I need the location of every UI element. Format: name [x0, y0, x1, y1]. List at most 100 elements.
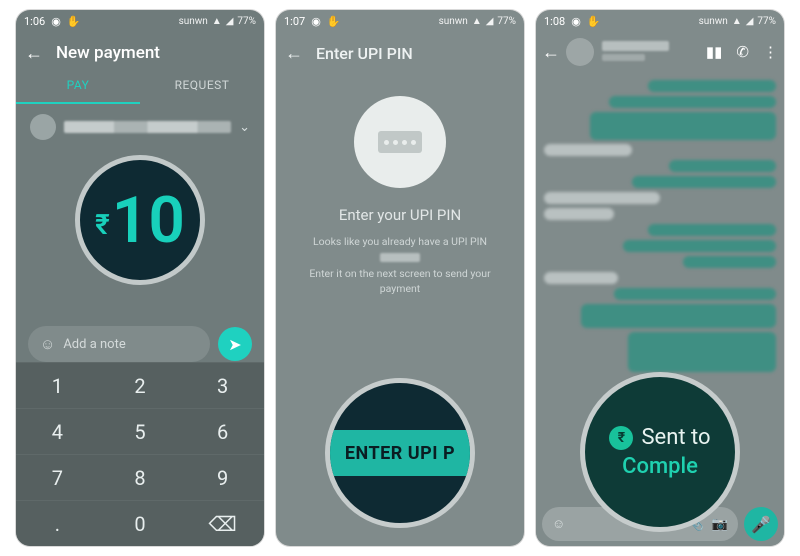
key-4[interactable]: 4: [16, 408, 99, 454]
emoji-icon[interactable]: ☺: [40, 335, 55, 353]
wifi-icon: ▲: [472, 16, 482, 27]
recipient-name-redacted: [64, 121, 231, 133]
wifi-icon: ▲: [212, 16, 222, 27]
pin-prompt: Enter your UPI PIN: [276, 206, 524, 224]
chevron-down-icon: ⌄: [239, 120, 250, 135]
signal-icon: ◢: [226, 16, 234, 27]
hand-icon: ✋: [587, 15, 601, 28]
carrier-label: sunwn: [179, 16, 208, 27]
key-dot[interactable]: .: [16, 500, 99, 546]
key-1[interactable]: 1: [16, 362, 99, 408]
spotify-icon: ◉: [311, 15, 321, 28]
payment-status-label: Comple: [622, 454, 698, 479]
key-9[interactable]: 9: [181, 454, 264, 500]
rupee-symbol: ₹: [618, 430, 625, 446]
spotify-icon: ◉: [51, 15, 61, 28]
message-out[interactable]: [683, 256, 776, 268]
send-icon: ➤: [228, 335, 241, 354]
screen-enter-pin: 1:07 ◉ ✋ sunwn ▲ ◢ 77% ← Enter UPI PIN E…: [276, 10, 524, 546]
amount-area: ₹ 10: [16, 150, 264, 290]
rupee-symbol: ₹: [95, 208, 110, 241]
tab-pay[interactable]: PAY: [16, 68, 140, 104]
redacted-text: [380, 253, 420, 262]
status-bar: 1:06 ◉ ✋ sunwn ▲ ◢ 77%: [16, 10, 264, 32]
carrier-label: sunwn: [699, 16, 728, 27]
message-out[interactable]: [669, 160, 776, 172]
sent-to-label: Sent to: [641, 425, 710, 450]
camera-icon[interactable]: 📷: [712, 517, 728, 532]
status-bar: 1:08 ◉ ✋ sunwn ▲ ◢ 77%: [536, 10, 784, 32]
message-out[interactable]: [590, 112, 776, 140]
message-out[interactable]: [623, 240, 776, 252]
contact-name-redacted[interactable]: [602, 41, 698, 63]
message-in[interactable]: [544, 272, 618, 284]
message-out[interactable]: [632, 176, 776, 188]
key-2[interactable]: 2: [99, 362, 182, 408]
enter-upi-pin-button[interactable]: ENTER UPI P: [330, 430, 470, 476]
pin-subtext: Looks like you already have a UPI PIN En…: [276, 234, 524, 297]
rupee-chip-icon: ₹: [609, 426, 633, 450]
emoji-icon[interactable]: ☺: [552, 516, 565, 532]
pin-card-icon: [354, 96, 446, 188]
carrier-label: sunwn: [439, 16, 468, 27]
page-title: Enter UPI PIN: [316, 44, 413, 63]
overflow-menu-icon[interactable]: ⋮: [763, 43, 778, 61]
key-7[interactable]: 7: [16, 454, 99, 500]
status-time: 1:06: [24, 15, 45, 28]
pin-sub-line1: Looks like you already have a UPI PIN: [313, 235, 487, 248]
recipient-avatar: [30, 114, 56, 140]
back-button[interactable]: ←: [24, 43, 44, 64]
pin-sub-line2: Enter it on the next screen to send your…: [309, 267, 490, 296]
key-5[interactable]: 5: [99, 408, 182, 454]
payment-sent-magnifier: ₹ Sent to Comple: [580, 372, 740, 532]
note-row: ☺ Add a note ➤: [16, 326, 264, 362]
signal-icon: ◢: [486, 16, 494, 27]
note-placeholder: Add a note: [63, 337, 125, 352]
amount-magnifier: ₹ 10: [75, 155, 205, 285]
key-3[interactable]: 3: [181, 362, 264, 408]
screen-new-payment: 1:06 ◉ ✋ sunwn ▲ ◢ 77% ← New payment PAY…: [16, 10, 264, 546]
message-out[interactable]: [648, 224, 776, 236]
send-button[interactable]: ➤: [218, 327, 252, 361]
pin-dots-icon: [378, 131, 422, 153]
message-in[interactable]: [544, 208, 614, 220]
amount-value: 10: [112, 183, 185, 258]
voice-call-icon[interactable]: ✆: [736, 43, 749, 61]
spotify-icon: ◉: [571, 15, 581, 28]
video-call-icon[interactable]: ▮▮: [706, 43, 723, 61]
signal-icon: ◢: [746, 16, 754, 27]
message-out[interactable]: [648, 80, 776, 92]
message-in[interactable]: [544, 192, 660, 204]
contact-avatar[interactable]: [566, 38, 594, 66]
tabs: PAY REQUEST: [16, 68, 264, 104]
recipient-row[interactable]: ⌄: [16, 104, 264, 150]
message-out[interactable]: [614, 288, 776, 300]
tab-request[interactable]: REQUEST: [140, 68, 264, 104]
enter-pin-magnifier: ENTER UPI P: [325, 378, 475, 528]
key-8[interactable]: 8: [99, 454, 182, 500]
key-backspace[interactable]: ⌫: [181, 500, 264, 546]
hand-icon: ✋: [327, 15, 341, 28]
message-out[interactable]: [609, 96, 776, 108]
back-button[interactable]: ←: [284, 43, 304, 64]
payment-bubble[interactable]: [628, 332, 776, 372]
key-6[interactable]: 6: [181, 408, 264, 454]
key-0[interactable]: 0: [99, 500, 182, 546]
message-in[interactable]: [544, 144, 632, 156]
message-out[interactable]: [581, 304, 776, 328]
mic-icon: 🎤: [751, 515, 771, 534]
battery-label: 77%: [237, 16, 256, 27]
status-bar: 1:07 ◉ ✋ sunwn ▲ ◢ 77%: [276, 10, 524, 32]
page-title: New payment: [56, 43, 160, 63]
hand-icon: ✋: [67, 15, 81, 28]
mic-button[interactable]: 🎤: [744, 507, 778, 541]
battery-label: 77%: [497, 16, 516, 27]
enter-pin-label: ENTER UPI P: [345, 443, 455, 464]
status-time: 1:08: [544, 15, 565, 28]
status-time: 1:07: [284, 15, 305, 28]
wifi-icon: ▲: [732, 16, 742, 27]
screen-chat: 1:08 ◉ ✋ sunwn ▲ ◢ 77% ← ▮▮ ✆ ⋮: [536, 10, 784, 546]
back-button[interactable]: ←: [542, 42, 558, 63]
note-input[interactable]: ☺ Add a note: [28, 326, 210, 362]
numeric-keypad: 1 2 3 4 5 6 7 8 9 . 0 ⌫: [16, 362, 264, 546]
